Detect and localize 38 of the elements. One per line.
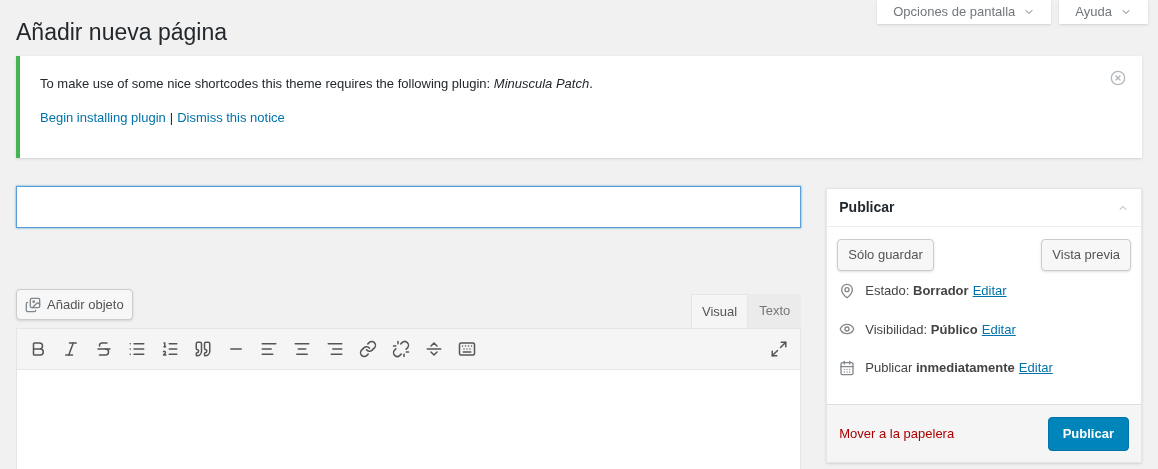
fullscreen-icon[interactable] — [770, 340, 789, 358]
secondary-button[interactable]: Vista previa — [1041, 239, 1131, 271]
quote-icon[interactable] — [194, 340, 212, 358]
strikethrough-icon[interactable] — [95, 340, 113, 358]
edit-link[interactable]: Editar — [972, 281, 1007, 301]
notice-link[interactable]: Begin installing plugin — [40, 107, 166, 127]
meta-text: Visibilidad: Público — [865, 320, 978, 339]
align-center-icon[interactable] — [293, 340, 311, 358]
page-title: Añadir nueva página — [16, 18, 227, 46]
align-left-icon[interactable] — [260, 340, 278, 358]
notice-text: To make use of some nice shortcodes this theme requires the following plugin: Minuscula Patch. — [40, 75, 593, 93]
bulleted-list-icon[interactable] — [128, 340, 146, 358]
header-tab-button[interactable]: Opciones de pantalla — [877, 0, 1052, 24]
publish-button[interactable]: Publicar — [1047, 416, 1129, 451]
italic-icon[interactable] — [62, 340, 80, 358]
panel-title: Publicar — [839, 198, 895, 217]
calendar-icon — [839, 359, 856, 376]
read-more-icon[interactable] — [425, 340, 443, 358]
meta-text: Publicar inmediatamente — [865, 359, 1015, 377]
unlink-icon[interactable] — [392, 340, 410, 358]
edit-link[interactable]: Editar — [1018, 358, 1053, 378]
trash-link[interactable]: Mover a la papelera — [839, 423, 955, 444]
secondary-button[interactable]: Sólo guardar — [837, 239, 934, 271]
notice-link[interactable]: Dismiss this notice — [177, 107, 285, 127]
numbered-list-icon[interactable] — [161, 340, 179, 358]
toolbar-toggle-icon[interactable] — [458, 340, 476, 358]
pin-icon — [839, 282, 856, 299]
media-icon — [25, 296, 41, 313]
header-tab-button[interactable]: Ayuda — [1059, 0, 1148, 24]
link-icon[interactable] — [359, 340, 377, 358]
editor-tab[interactable]: Visual — [691, 294, 749, 328]
meta-text: Estado: Borrador — [865, 282, 969, 300]
editor-tab[interactable]: Texto — [748, 294, 802, 328]
title-input-field[interactable] — [16, 186, 802, 228]
add-media-button[interactable]: Añadir objeto — [16, 289, 133, 320]
align-right-icon[interactable] — [326, 340, 344, 358]
edit-link[interactable]: Editar — [981, 319, 1016, 339]
link-separator: | — [169, 108, 174, 127]
